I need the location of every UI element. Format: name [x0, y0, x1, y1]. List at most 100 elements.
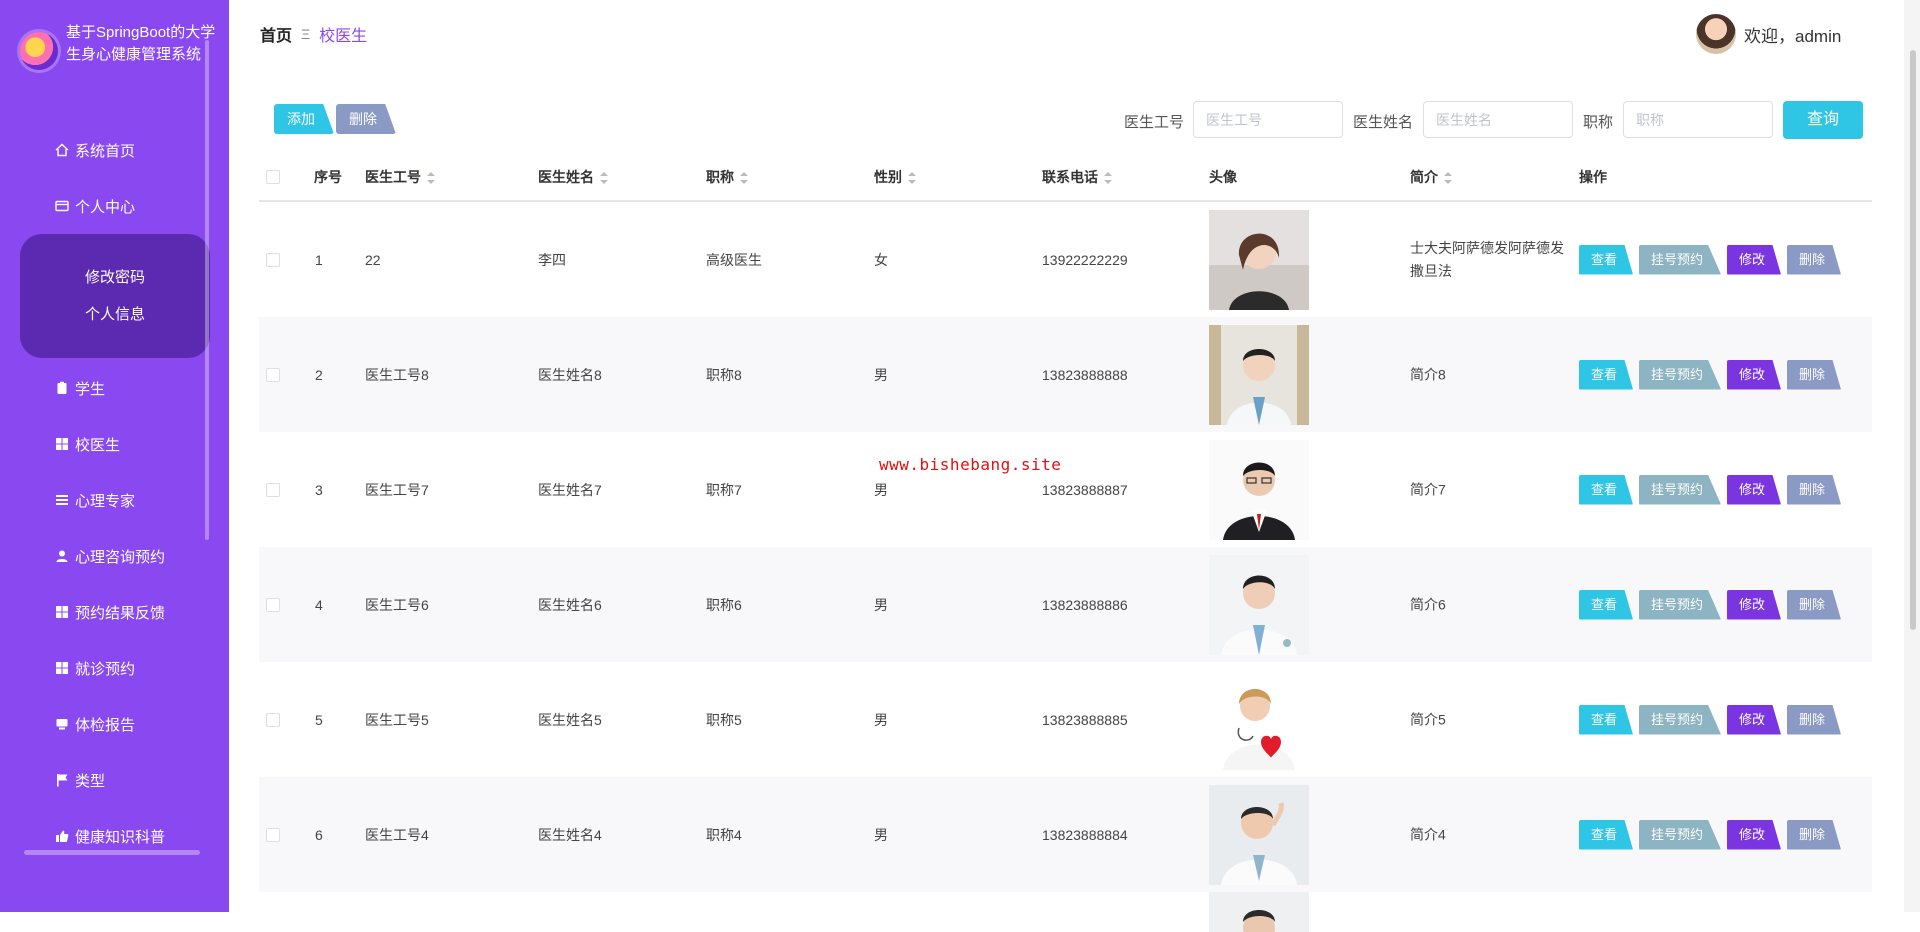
row-checkbox[interactable]	[266, 483, 280, 497]
column-header-phone[interactable]: 联系电话	[1042, 154, 1112, 200]
book-appointment-button[interactable]: 挂号预约	[1639, 244, 1721, 275]
delete-button[interactable]: 删除	[1787, 359, 1841, 390]
table-header: 序号 医生工号 医生姓名 职称 性别 联系电话 头像 简介 操作	[259, 154, 1872, 202]
edit-button[interactable]: 修改	[1727, 474, 1781, 505]
grid-icon	[54, 604, 70, 620]
edit-button[interactable]: 修改	[1727, 359, 1781, 390]
delete-button[interactable]: 删除	[1787, 474, 1841, 505]
doctor-photo[interactable]	[1209, 439, 1309, 540]
view-button[interactable]: 查看	[1579, 704, 1633, 735]
welcome-text: 欢迎，admin	[1744, 26, 1842, 46]
sort-icon[interactable]	[1444, 172, 1452, 185]
book-appointment-button[interactable]: 挂号预约	[1639, 819, 1721, 850]
column-header-intro[interactable]: 简介	[1410, 154, 1452, 200]
book-appointment-button[interactable]: 挂号预约	[1639, 704, 1721, 735]
sort-icon[interactable]	[740, 172, 748, 185]
sidebar-item-students[interactable]: 学生	[0, 360, 210, 416]
add-button[interactable]: 添加	[274, 104, 334, 134]
doctor-id: 医生工号6	[365, 596, 429, 613]
doctor-name-input[interactable]	[1423, 101, 1573, 138]
delete-button[interactable]: 删除	[1787, 244, 1841, 275]
row-checkbox[interactable]	[266, 713, 280, 727]
sidebar-scrollbar[interactable]	[205, 40, 209, 540]
doctor-id: 医生工号4	[365, 826, 429, 843]
doctor-photo[interactable]	[1209, 669, 1309, 770]
delete-button[interactable]: 删除	[1787, 704, 1841, 735]
table-row: 2 医生工号8 医生姓名8 职称8 男 13823888888 简介8 查看 挂…	[259, 317, 1872, 432]
doctor-photo[interactable]	[1209, 784, 1309, 885]
page-scrollbar-thumb[interactable]	[1910, 50, 1916, 630]
edit-button[interactable]: 修改	[1727, 589, 1781, 620]
book-appointment-button[interactable]: 挂号预约	[1639, 474, 1721, 505]
batch-delete-button[interactable]: 删除	[336, 104, 396, 134]
avatar[interactable]	[1696, 14, 1736, 54]
breadcrumb-home[interactable]: 首页	[260, 22, 292, 46]
sidebar-item-home[interactable]: 系统首页	[0, 122, 210, 178]
query-button[interactable]: 查询	[1783, 101, 1863, 139]
table-row: 4 医生工号6 医生姓名6 职称6 男 13823888886 简介6 查看 挂…	[259, 547, 1872, 662]
sort-icon[interactable]	[908, 172, 916, 185]
doctor-gender: 男	[874, 481, 888, 498]
row-index: 3	[315, 481, 323, 498]
doctor-photo[interactable]	[1209, 209, 1309, 310]
user-info[interactable]: 欢迎，admin	[1696, 14, 1841, 54]
doctor-photo[interactable]	[1209, 892, 1309, 932]
sidebar-item-label: 健康知识科普	[75, 828, 166, 846]
table-row: 3 医生工号7 医生姓名7 职称7 男 13823888887 简介7 查看 挂…	[259, 432, 1872, 547]
view-button[interactable]: 查看	[1579, 589, 1633, 620]
view-button[interactable]: 查看	[1579, 359, 1633, 390]
column-header-doctor-name[interactable]: 医生姓名	[538, 154, 608, 200]
sort-icon[interactable]	[600, 172, 608, 185]
doctor-title: 职称6	[706, 596, 742, 613]
edit-button[interactable]: 修改	[1727, 819, 1781, 850]
row-index: 4	[315, 596, 323, 613]
sidebar-item-personal-center[interactable]: 个人中心	[0, 178, 210, 234]
sidebar-horizontal-scrollbar[interactable]	[24, 850, 200, 855]
submenu-item-personal-info[interactable]: 个人信息	[85, 296, 145, 333]
edit-button[interactable]: 修改	[1727, 704, 1781, 735]
view-button[interactable]: 查看	[1579, 474, 1633, 505]
monitor-icon	[54, 716, 70, 732]
view-button[interactable]: 查看	[1579, 819, 1633, 850]
sidebar-item-psych-appointments[interactable]: 心理咨询预约	[0, 528, 210, 584]
sidebar-item-label: 心理咨询预约	[75, 548, 166, 566]
column-header-doctor-id[interactable]: 医生工号	[365, 154, 435, 200]
view-button[interactable]: 查看	[1579, 244, 1633, 275]
delete-button[interactable]: 删除	[1787, 589, 1841, 620]
sidebar-item-appointment-feedback[interactable]: 预约结果反馈	[0, 584, 210, 640]
sidebar-item-school-doctors[interactable]: 校医生	[0, 416, 210, 472]
doctor-photo[interactable]	[1209, 554, 1309, 655]
column-header-title[interactable]: 职称	[706, 154, 748, 200]
title-input[interactable]	[1623, 101, 1773, 138]
delete-button[interactable]: 删除	[1787, 819, 1841, 850]
column-header-gender[interactable]: 性别	[874, 154, 916, 200]
doctor-id-input[interactable]	[1193, 101, 1343, 138]
edit-button[interactable]: 修改	[1727, 244, 1781, 275]
doctor-phone: 13823888884	[1042, 826, 1128, 843]
row-checkbox[interactable]	[266, 828, 280, 842]
sort-icon[interactable]	[427, 172, 435, 185]
submenu-item-change-password[interactable]: 修改密码	[85, 259, 145, 296]
row-actions: 查看 挂号预约 修改 删除	[1579, 704, 1847, 735]
sidebar-item-types[interactable]: 类型	[0, 752, 210, 808]
doctor-photo[interactable]	[1209, 324, 1309, 425]
book-appointment-button[interactable]: 挂号预约	[1639, 589, 1721, 620]
row-checkbox[interactable]	[266, 253, 280, 267]
sidebar-item-clinic-appointments[interactable]: 就诊预约	[0, 640, 210, 696]
select-all-checkbox[interactable]	[266, 170, 280, 184]
doctor-name: 医生姓名6	[538, 596, 602, 613]
grid-icon	[54, 660, 70, 676]
doctor-phone: 13922222229	[1042, 251, 1128, 268]
doctor-name: 医生姓名7	[538, 481, 602, 498]
sidebar-item-health-knowledge[interactable]: 健康知识科普	[0, 808, 210, 864]
row-checkbox[interactable]	[266, 368, 280, 382]
sort-icon[interactable]	[1104, 172, 1112, 185]
sidebar-item-health-reports[interactable]: 体检报告	[0, 696, 210, 752]
brand: 基于SpringBoot的大学生身心健康管理系统	[20, 22, 215, 92]
row-index: 6	[315, 826, 323, 843]
list-icon	[54, 492, 70, 508]
sidebar-item-label: 校医生	[75, 436, 121, 454]
sidebar-item-psych-experts[interactable]: 心理专家	[0, 472, 210, 528]
book-appointment-button[interactable]: 挂号预约	[1639, 359, 1721, 390]
row-checkbox[interactable]	[266, 598, 280, 612]
